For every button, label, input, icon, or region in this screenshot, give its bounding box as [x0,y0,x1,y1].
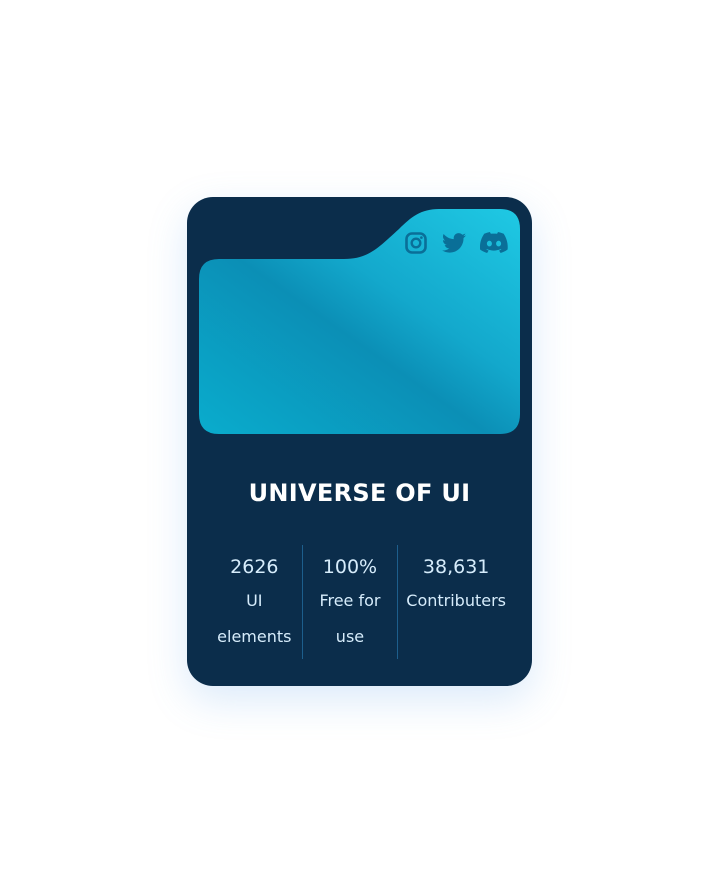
twitter-icon [442,233,466,253]
stats-row: 2626 UI elements 100% Free for use 38,63… [207,545,514,659]
stat-ui-elements: 2626 UI elements [207,545,302,659]
stat-label: UI elements [217,591,292,646]
stat-label: Free for use [319,591,381,646]
card-title: UNIVERSE OF UI [248,479,471,507]
instagram-button[interactable] [402,229,430,257]
card-banner [199,209,520,434]
stat-value: 38,631 [422,556,490,578]
stat-label: Contributers [406,591,507,610]
instagram-icon [405,232,427,254]
stat-free-for-use: 100% Free for use [301,545,398,659]
stat-value: 100% [322,556,378,578]
social-links [402,221,510,265]
profile-card: UNIVERSE OF UI 2626 UI elements 100% Fre… [187,197,532,686]
discord-button[interactable] [478,229,510,257]
stat-value: 2626 [230,556,279,578]
twitter-button[interactable] [440,229,468,257]
stat-contributers: 38,631 Contributers [397,545,514,659]
discord-icon [480,232,508,253]
